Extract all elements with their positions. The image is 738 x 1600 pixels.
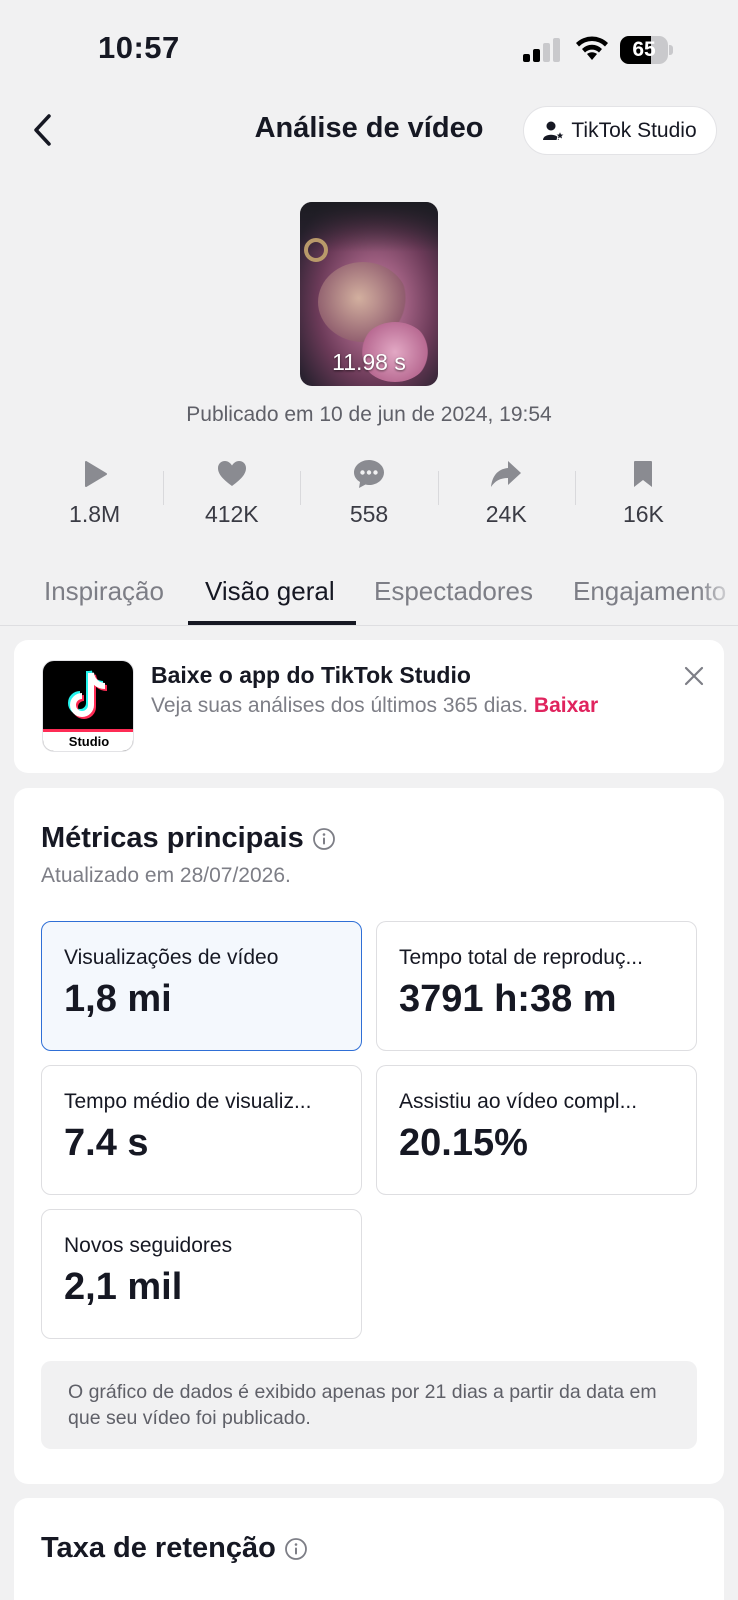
stat-comments: 558: [300, 455, 437, 535]
retention-title: Taxa de retenção: [41, 1532, 308, 1565]
close-icon: [684, 666, 704, 686]
publish-date: Publicado em 10 de jun de 2024, 19:54: [186, 403, 552, 426]
battery-percent: 65: [632, 38, 656, 61]
comment-icon: [352, 457, 386, 491]
data-chart-note: O gráfico de dados é exibido apenas por …: [41, 1361, 697, 1449]
metric-value: 20.15%: [399, 1122, 528, 1164]
stat-value: 1.8M: [69, 501, 121, 527]
studio-banner[interactable]: Studio Baixe o app do TikTok Studio Veja…: [14, 640, 724, 773]
status-bar: 10:57 65: [0, 0, 738, 100]
metric-value: 3791 h:38 m: [399, 978, 617, 1020]
stat-shares: 24K: [437, 455, 575, 535]
metric-label: Novos seguidores: [64, 1234, 233, 1257]
metrics-title: Métricas principais: [41, 822, 336, 855]
play-icon: [78, 457, 112, 491]
bookmark-icon: [626, 457, 660, 491]
stat-saves: 16K: [574, 455, 712, 535]
tab-visao-geral[interactable]: Visão geral: [205, 576, 335, 607]
banner-subtitle: Veja suas análises dos últimos 365 dias.…: [151, 694, 598, 718]
share-icon: [489, 457, 523, 491]
battery-icon: 65: [620, 36, 673, 64]
stat-views: 1.8M: [26, 455, 163, 535]
metric-card-video-views[interactable]: Visualizações de vídeo 1,8 mi: [41, 921, 362, 1051]
retention-title-text: Taxa de retenção: [41, 1532, 276, 1564]
stats-row: 1.8M 412K 558 24K 16K: [26, 455, 712, 535]
tiktok-studio-label: TikTok Studio: [571, 118, 697, 142]
heart-icon: [215, 457, 249, 491]
metric-card-average-watch-time[interactable]: Tempo médio de visualiz... 7.4 s: [41, 1065, 362, 1195]
tiktok-studio-button[interactable]: TikTok Studio: [523, 106, 717, 155]
info-icon[interactable]: [284, 1537, 308, 1561]
status-time: 10:57: [98, 30, 180, 65]
cellular-signal-icon: [523, 38, 560, 62]
tab-espectadores[interactable]: Espectadores: [374, 576, 533, 607]
metric-label: Visualizações de vídeo: [64, 946, 279, 969]
close-banner-button[interactable]: [678, 660, 710, 692]
banner-subtitle-text: Veja suas análises dos últimos 365 dias.: [151, 694, 529, 717]
active-tab-indicator: [188, 621, 356, 625]
app-icon-label: Studio: [68, 734, 110, 749]
wifi-icon: [576, 36, 608, 60]
user-star-icon: [543, 121, 566, 141]
metric-value: 7.4 s: [64, 1122, 149, 1164]
metric-label: Tempo médio de visualiz...: [64, 1090, 312, 1113]
metric-label: Tempo total de reproduç...: [399, 946, 643, 969]
updated-date: Atualizado em 28/07/2026.: [41, 864, 291, 887]
metric-value: 1,8 mi: [64, 978, 172, 1020]
banner-title: Baixe o app do TikTok Studio: [151, 662, 471, 688]
tiktok-studio-app-icon: Studio: [42, 660, 134, 752]
stat-value: 558: [349, 501, 389, 527]
tiktok-logo-icon: [68, 670, 108, 719]
metrics-title-text: Métricas principais: [41, 822, 304, 854]
video-thumbnail[interactable]: 11.98 s: [300, 202, 438, 386]
stat-value: 412K: [204, 501, 259, 527]
metric-card-total-play-time[interactable]: Tempo total de reproduç... 3791 h:38 m: [376, 921, 697, 1051]
download-link[interactable]: Baixar: [534, 694, 598, 717]
metric-label: Assistiu ao vídeo compl...: [399, 1090, 638, 1113]
retention-card: Taxa de retenção: [14, 1498, 724, 1600]
key-metrics-card: Métricas principais Atualizado em 28/07/…: [14, 788, 724, 1484]
metric-card-new-followers[interactable]: Novos seguidores 2,1 mil: [41, 1209, 362, 1339]
info-icon[interactable]: [312, 827, 336, 851]
stat-value: 16K: [622, 501, 664, 527]
tab-bar: Inspiração Visão geral Espectadores Enga…: [0, 568, 738, 626]
metric-card-watched-full-video[interactable]: Assistiu ao vídeo compl... 20.15%: [376, 1065, 697, 1195]
stat-likes: 412K: [163, 455, 300, 535]
metric-value: 2,1 mil: [64, 1266, 183, 1308]
tab-inspiracao[interactable]: Inspiração: [44, 576, 164, 607]
stat-value: 24K: [485, 501, 527, 527]
video-duration: 11.98 s: [332, 349, 406, 375]
